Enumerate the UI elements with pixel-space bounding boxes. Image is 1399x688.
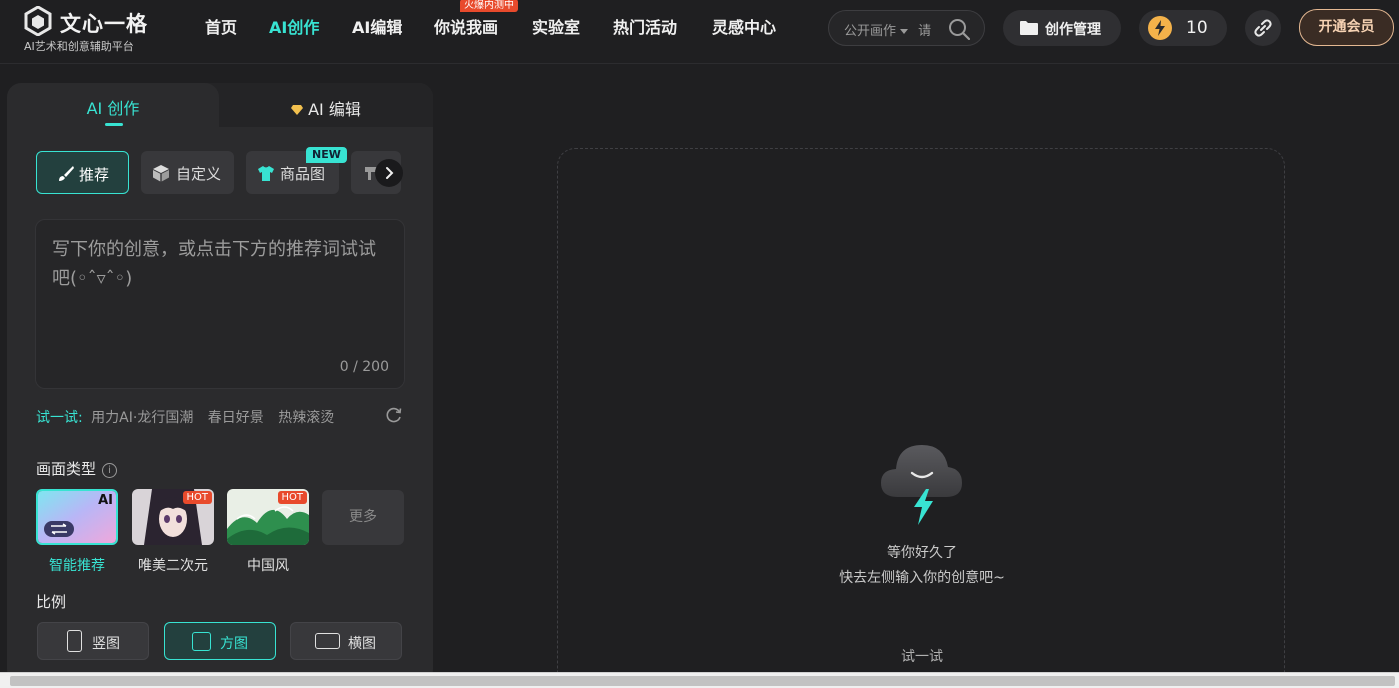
nav-ai-edit[interactable]: AI编辑 xyxy=(352,16,402,40)
tab-ai-create-label: AI 创作 xyxy=(86,99,140,118)
nav-you-say-i-draw-label: 你说我画 xyxy=(434,18,499,37)
portrait-shape-icon xyxy=(67,630,82,652)
folder-icon xyxy=(1020,21,1038,35)
scrollbar-thumb[interactable] xyxy=(10,676,1395,686)
nav-ai-create[interactable]: AI创作 xyxy=(269,16,319,40)
refresh-icon[interactable] xyxy=(385,406,403,424)
canvas-try-link[interactable]: 试一试 xyxy=(558,646,1286,666)
logo-mark-icon xyxy=(24,6,52,36)
cloud-lightning-icon xyxy=(881,445,962,525)
diamond-icon xyxy=(291,105,304,115)
top-bar: 文心一格 AI艺术和创意辅助平台 首页 AI创作 AI编辑 你说我画 火爆内测中… xyxy=(0,0,1399,64)
creation-manage-button[interactable]: 创作管理 xyxy=(1003,10,1121,46)
prompt-textarea[interactable]: 写下你的创意，或点击下方的推荐词试试吧(◦ˆ▿ˆ◦) 0 / 200 xyxy=(35,219,405,389)
cube-icon xyxy=(153,165,169,182)
result-canvas: 等你好久了 快去左侧输入你的创意吧~ 试一试 xyxy=(557,148,1285,688)
ratio-landscape[interactable]: 横图 xyxy=(290,622,402,660)
try-suggestion-1[interactable]: 用力AI·龙行国潮 xyxy=(91,410,193,426)
style-type-title: 画面类型 i xyxy=(36,458,118,479)
search-icon[interactable] xyxy=(948,18,970,40)
tab-ai-edit[interactable]: AI 编辑 xyxy=(219,83,433,127)
try-suggestion-2[interactable]: 春日好景 xyxy=(208,410,264,426)
horizontal-scrollbar[interactable] xyxy=(0,672,1399,688)
tshirt-icon xyxy=(258,166,274,181)
brush-icon xyxy=(59,166,74,181)
open-vip-button[interactable]: 开通会员 xyxy=(1299,9,1394,46)
energy-count: 10 xyxy=(1186,18,1208,38)
ai-tag: AI xyxy=(98,493,113,508)
creation-panel: AI 编辑 AI 创作 推荐 自定义 商品图 NEW 写下你的创意，或点击下方的… xyxy=(7,83,433,683)
energy-bolt-icon xyxy=(1148,16,1172,40)
ratio-portrait[interactable]: 竖图 xyxy=(37,622,149,660)
try-suggestions: 试一试: 用力AI·龙行国潮 春日好景 热辣滚烫 xyxy=(36,407,334,427)
try-label: 试一试: xyxy=(36,410,83,426)
try-suggestion-3[interactable]: 热辣滚烫 xyxy=(278,410,334,426)
mode-recommend-label: 推荐 xyxy=(79,166,110,184)
ratio-title: 比例 xyxy=(36,593,67,611)
chevron-right-icon xyxy=(386,167,394,179)
nav-beta-badge: 火爆内测中 xyxy=(460,0,518,12)
search-scope-label: 公开画作 xyxy=(844,24,897,39)
ratio-square-label: 方图 xyxy=(220,636,248,652)
hot-badge: HOT xyxy=(182,491,212,504)
mode-custom[interactable]: 自定义 xyxy=(141,151,234,194)
search-box[interactable]: 公开画作 请 xyxy=(828,10,985,46)
link-icon xyxy=(1254,19,1272,37)
search-scope-select[interactable]: 公开画作 请 xyxy=(844,20,931,39)
caret-down-icon xyxy=(900,29,909,34)
info-icon[interactable]: i xyxy=(102,463,118,478)
energy-balance[interactable]: 10 xyxy=(1139,10,1227,46)
style-name-smart: 智能推荐 xyxy=(49,558,105,574)
nav-you-say-i-draw[interactable]: 你说我画 火爆内测中 xyxy=(434,0,518,40)
new-badge: NEW xyxy=(306,147,347,163)
tab-ai-create[interactable]: AI 创作 xyxy=(7,83,219,129)
creation-manage-label: 创作管理 xyxy=(1045,22,1101,38)
style-card-smart[interactable]: AI xyxy=(36,489,118,545)
nav-events[interactable]: 热门活动 xyxy=(613,16,677,40)
nav-lab[interactable]: 实验室 xyxy=(532,16,580,40)
landscape-shape-icon xyxy=(315,633,340,649)
ratio-square[interactable]: 方图 xyxy=(164,622,276,660)
style-type-title-label: 画面类型 xyxy=(36,460,97,478)
mode-scroll-next-button[interactable] xyxy=(375,159,403,187)
more-styles-button[interactable]: 更多 xyxy=(322,490,404,545)
nav-home[interactable]: 首页 xyxy=(205,16,237,40)
share-link-button[interactable] xyxy=(1245,10,1281,46)
tab-ai-edit-label: AI 编辑 xyxy=(308,100,361,119)
mode-custom-label: 自定义 xyxy=(176,165,222,183)
style-card-anime[interactable]: HOT xyxy=(132,489,214,545)
brand-logo[interactable]: 文心一格 AI艺术和创意辅助平台 xyxy=(24,4,194,56)
style-name-chinese: 中国风 xyxy=(247,558,289,574)
search-placeholder: 请 xyxy=(918,24,932,39)
active-tab-indicator xyxy=(105,123,123,126)
style-card-chinese[interactable]: HOT xyxy=(227,489,309,545)
ratio-landscape-label: 横图 xyxy=(348,636,376,652)
mode-recommend[interactable]: 推荐 xyxy=(36,151,129,194)
mode-product-label: 商品图 xyxy=(280,165,326,183)
prompt-char-counter: 0 / 200 xyxy=(339,359,389,375)
tab-ai-edit-label-wrap: AI 编辑 xyxy=(219,96,433,120)
brand-name: 文心一格 xyxy=(60,12,148,36)
empty-state-line2: 快去左侧输入你的创意吧~ xyxy=(839,570,1005,586)
empty-state-line1: 等你好久了 xyxy=(887,545,957,561)
prompt-placeholder: 写下你的创意，或点击下方的推荐词试试吧(◦ˆ▿ˆ◦) xyxy=(52,239,376,289)
ratio-portrait-label: 竖图 xyxy=(92,636,120,652)
hot-badge: HOT xyxy=(277,491,307,504)
nav-inspiration[interactable]: 灵感中心 xyxy=(712,16,776,40)
square-shape-icon xyxy=(192,632,211,651)
brand-slogan: AI艺术和创意辅助平台 xyxy=(24,40,134,53)
style-name-anime: 唯美二次元 xyxy=(138,558,208,574)
